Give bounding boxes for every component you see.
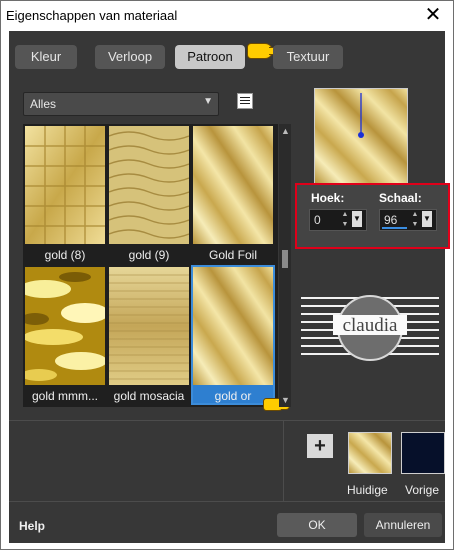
scale-field[interactable]: 96 ▲ ▼ ▼ — [379, 209, 437, 231]
pointing-hand-icon — [247, 43, 278, 59]
pattern-label: gold (9) — [128, 248, 170, 262]
dialog-body: Kleur Verloop Patroon Textuur Alles ▼ go… — [9, 31, 450, 543]
previous-swatch-label: Vorige — [405, 483, 440, 497]
ok-button[interactable]: OK — [277, 513, 357, 537]
pattern-scrollbar[interactable]: ▲ ▼ — [279, 124, 291, 407]
watermark-logo: claudia — [301, 295, 439, 361]
scale-label: Schaal: — [379, 191, 422, 205]
tab-patroon[interactable]: Patroon — [175, 45, 245, 69]
cancel-button[interactable]: Annuleren — [364, 513, 442, 537]
pattern-item[interactable]: gold mmm... — [25, 267, 105, 403]
scale-level-bar — [382, 227, 407, 229]
angle-label: Hoek: — [311, 191, 345, 205]
previous-swatch[interactable] — [401, 432, 445, 474]
angle-field[interactable]: 0 ▲ ▼ ▼ — [309, 209, 367, 231]
pattern-label: gold (8) — [44, 248, 86, 262]
tab-kleur[interactable]: Kleur — [15, 45, 77, 69]
pattern-label: gold mosacia — [113, 389, 185, 403]
help-link[interactable]: Help — [19, 519, 45, 533]
close-button[interactable]: ✕ — [422, 5, 444, 27]
list-view-icon[interactable] — [237, 93, 253, 109]
angle-scale-group: Hoek: 0 ▲ ▼ ▼ Schaal: 96 ▲ ▼ ▼ — [295, 183, 450, 249]
pattern-grid: gold (8) gold (9) Gold Foil gold mmm... … — [23, 124, 290, 411]
pattern-label: gold mmm... — [31, 389, 98, 403]
add-swatch-button[interactable]: + — [307, 434, 333, 458]
divider — [9, 501, 445, 502]
pattern-item[interactable]: gold (9) — [109, 126, 189, 262]
pattern-item[interactable]: gold mosacia — [109, 267, 189, 403]
watermark-text: claudia — [343, 315, 398, 336]
title-bar: Eigenschappen van materiaal ✕ — [2, 2, 452, 30]
pattern-thumbnail — [193, 267, 273, 385]
pattern-label: Gold Foil — [208, 248, 258, 262]
scroll-up-icon[interactable]: ▲ — [281, 126, 290, 136]
current-swatch-label: Huidige — [347, 483, 388, 497]
pattern-thumbnail — [109, 267, 189, 385]
scale-stepper-icon[interactable]: ▲ ▼ — [410, 210, 420, 230]
scale-dropdown-icon[interactable]: ▼ — [422, 211, 432, 227]
divider — [283, 421, 284, 501]
angle-stepper-icon[interactable]: ▲ ▼ — [340, 210, 350, 230]
category-dropdown[interactable]: Alles ▼ — [23, 92, 219, 116]
tab-verloop[interactable]: Verloop — [95, 45, 165, 69]
category-selected: Alles — [30, 97, 57, 111]
window-title: Eigenschappen van materiaal — [6, 8, 178, 23]
pattern-thumbnail — [193, 126, 273, 244]
scale-value: 96 — [384, 213, 398, 227]
chevron-down-icon: ▼ — [203, 96, 213, 107]
pattern-item[interactable]: gold (8) — [25, 126, 105, 262]
current-swatch[interactable] — [348, 432, 392, 474]
tab-textuur[interactable]: Textuur — [273, 45, 343, 69]
angle-dropdown-icon[interactable]: ▼ — [352, 211, 362, 227]
scroll-down-icon[interactable]: ▼ — [281, 395, 290, 405]
pattern-item[interactable]: Gold Foil — [193, 126, 273, 262]
scrollbar-thumb[interactable] — [282, 250, 288, 268]
divider — [9, 420, 445, 421]
dialog-window: Eigenschappen van materiaal ✕ Kleur Verl… — [0, 0, 454, 550]
pattern-thumbnail — [109, 126, 189, 244]
pattern-label: gold or — [214, 389, 252, 403]
angle-value: 0 — [314, 213, 321, 227]
pattern-thumbnail — [25, 267, 105, 385]
pattern-thumbnail — [25, 126, 105, 244]
pattern-item-selected[interactable]: gold or — [191, 265, 275, 405]
pattern-preview[interactable] — [314, 88, 408, 184]
